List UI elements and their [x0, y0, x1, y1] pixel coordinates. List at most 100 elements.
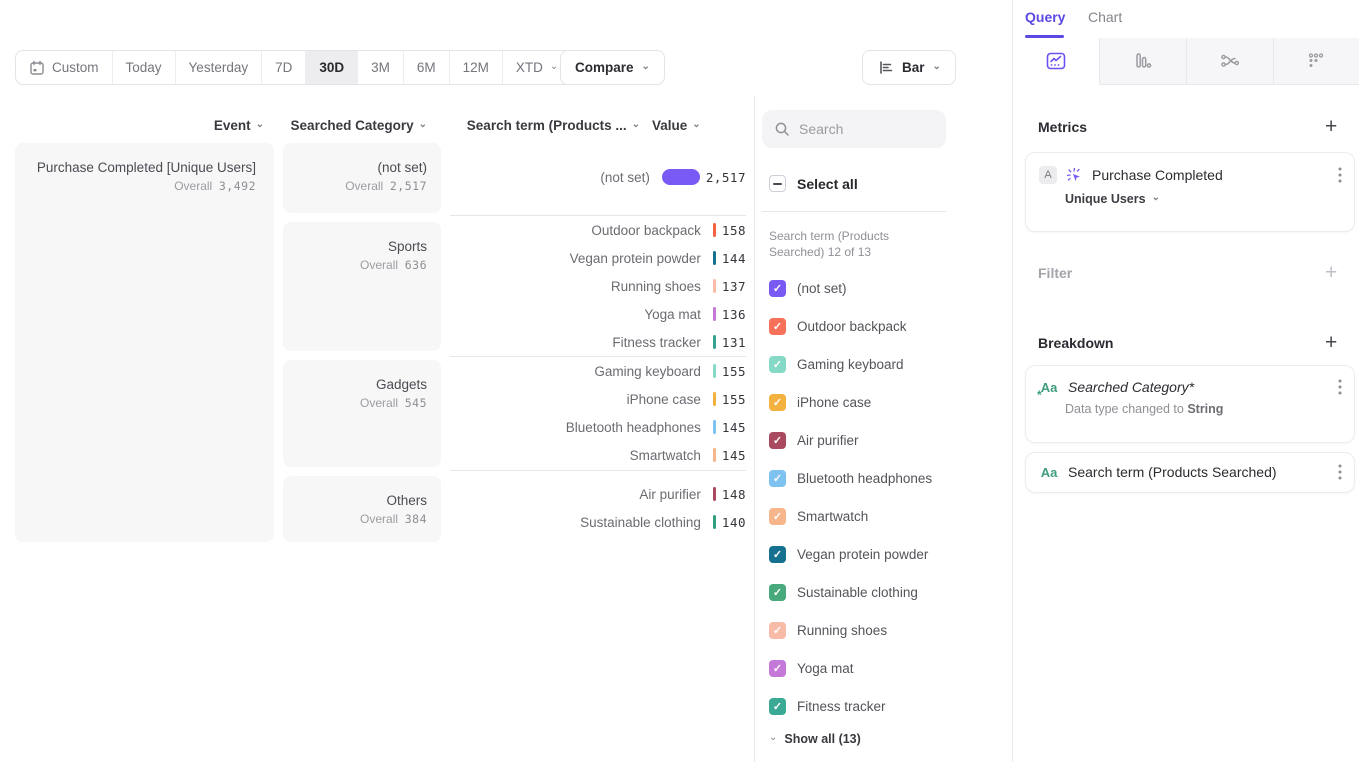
view-tab-insights[interactable]: [1013, 38, 1100, 85]
category-card[interactable]: SportsOverall 636: [283, 222, 441, 351]
tab-chart[interactable]: Chart: [1088, 9, 1122, 25]
value-bar: [713, 364, 716, 378]
search-term-row[interactable]: Gaming keyboard 155: [450, 357, 746, 385]
search-term-row[interactable]: Running shoes137: [450, 272, 746, 300]
date-range-7d[interactable]: 7D: [262, 51, 306, 84]
breakdown-card[interactable]: Aa* Searched Category* Data type changed…: [1025, 365, 1355, 443]
metric-aggregation-dropdown[interactable]: Unique Users ⌄: [1026, 184, 1354, 206]
search-icon: [774, 121, 790, 137]
date-range-today[interactable]: Today: [113, 51, 176, 84]
legend-item-label: Fitness tracker: [797, 699, 886, 714]
date-range-3m[interactable]: 3M: [358, 51, 404, 84]
panel-divider: [754, 96, 755, 762]
chevron-down-icon: ⌄: [550, 62, 558, 72]
column-header-4[interactable]: Value⌄: [652, 117, 726, 134]
search-input[interactable]: [799, 121, 919, 137]
date-range-30d[interactable]: 30D: [306, 51, 358, 84]
legend-item[interactable]: ✓Sustainable clothing: [769, 582, 918, 602]
calendar-icon: [29, 60, 45, 76]
legend-search-box[interactable]: [762, 110, 946, 148]
add-filter-button[interactable]: +: [1325, 262, 1337, 283]
search-term-row[interactable]: iPhone case155: [450, 385, 746, 413]
view-tab-bar-chart[interactable]: [1100, 38, 1187, 84]
legend-item-label: Outdoor backpack: [797, 319, 907, 334]
search-term-label: Gaming keyboard: [450, 364, 701, 379]
series-checkbox[interactable]: ✓: [769, 394, 786, 411]
series-checkbox[interactable]: ✓: [769, 584, 786, 601]
value-label: 148: [722, 487, 746, 502]
event-card[interactable]: Purchase Completed [Unique Users] Overal…: [15, 143, 274, 542]
column-header-1[interactable]: Event⌄: [15, 117, 264, 134]
column-header-3[interactable]: Search term (Products ...⌄: [444, 117, 640, 134]
date-range-6m[interactable]: 6M: [404, 51, 450, 84]
indeterminate-dash-icon: [773, 183, 782, 185]
search-term-row[interactable]: Sustainable clothing140: [450, 508, 746, 536]
view-tab-retention[interactable]: [1273, 38, 1359, 84]
breakdown-card[interactable]: Aa Search term (Products Searched): [1025, 452, 1355, 493]
series-checkbox[interactable]: ✓: [769, 280, 786, 297]
column-header-2[interactable]: Searched Category⌄: [283, 117, 427, 134]
kebab-menu-icon[interactable]: [1338, 167, 1342, 183]
search-term-row[interactable]: Bluetooth headphones145: [450, 413, 746, 441]
legend-item-label: iPhone case: [797, 395, 871, 410]
show-all-button[interactable]: ⌄ Show all (13): [769, 732, 861, 746]
series-checkbox[interactable]: ✓: [769, 698, 786, 715]
view-tab-flows[interactable]: [1186, 38, 1273, 84]
search-term-row[interactable]: Smartwatch145: [450, 441, 746, 469]
legend-item[interactable]: ✓Gaming keyboard: [769, 354, 904, 374]
search-term-row[interactable]: Fitness tracker131: [450, 328, 746, 356]
date-range-custom[interactable]: Custom: [16, 51, 113, 84]
add-breakdown-button[interactable]: +: [1325, 332, 1337, 353]
search-term-row[interactable]: Vegan protein powder144: [450, 244, 746, 272]
check-icon: ✓: [773, 586, 782, 599]
legend-item[interactable]: ✓Vegan protein powder: [769, 544, 928, 564]
category-card[interactable]: GadgetsOverall 545: [283, 360, 441, 467]
value-bar: [662, 169, 700, 185]
kebab-menu-icon[interactable]: [1338, 464, 1342, 480]
legend-item[interactable]: ✓Smartwatch: [769, 506, 868, 526]
date-range-12m[interactable]: 12M: [450, 51, 503, 84]
search-term-row[interactable]: Air purifier148: [450, 480, 746, 508]
value-label: 140: [722, 515, 746, 530]
value-label: 155: [722, 364, 746, 379]
series-checkbox[interactable]: ✓: [769, 660, 786, 677]
chevron-down-icon: ⌄: [256, 120, 264, 130]
legend-item[interactable]: ✓Air purifier: [769, 430, 859, 450]
chart-type-button[interactable]: Bar ⌄: [862, 50, 956, 85]
legend-item[interactable]: ✓Yoga mat: [769, 658, 854, 678]
series-checkbox[interactable]: ✓: [769, 318, 786, 335]
date-range-yesterday[interactable]: Yesterday: [176, 51, 263, 84]
value-bar: [713, 251, 716, 265]
select-all-checkbox[interactable]: [769, 175, 786, 192]
series-checkbox[interactable]: ✓: [769, 470, 786, 487]
legend-item[interactable]: ✓ Outdoor backpack: [769, 316, 907, 336]
legend-item[interactable]: ✓Bluetooth headphones: [769, 468, 932, 488]
string-property-icon: Aa*: [1039, 380, 1059, 395]
series-checkbox[interactable]: ✓: [769, 508, 786, 525]
search-term-row[interactable]: Outdoor backpack158: [450, 216, 746, 244]
category-card[interactable]: (not set)Overall 2,517: [283, 143, 441, 213]
search-term-row[interactable]: (not set)2,517: [450, 156, 746, 198]
tab-query[interactable]: Query: [1025, 9, 1065, 25]
kebab-menu-icon[interactable]: [1338, 379, 1342, 395]
legend-item-label: Running shoes: [797, 623, 887, 638]
legend-item-label: (not set): [797, 281, 847, 296]
search-term-label: (not set): [450, 170, 650, 185]
series-checkbox[interactable]: ✓: [769, 546, 786, 563]
series-checkbox[interactable]: ✓: [769, 622, 786, 639]
series-checkbox[interactable]: ✓: [769, 356, 786, 373]
compare-button[interactable]: Compare ⌄: [560, 50, 665, 85]
check-icon: ✓: [773, 396, 782, 409]
legend-item[interactable]: ✓ iPhone case: [769, 392, 871, 412]
legend-item[interactable]: ✓ (not set): [769, 278, 847, 298]
metric-card[interactable]: A Purchase Completed Unique Users ⌄: [1025, 152, 1355, 232]
metrics-heading: Metrics: [1038, 119, 1087, 137]
value-bar: [713, 307, 716, 321]
select-all-row[interactable]: Select all: [769, 175, 858, 192]
add-metric-button[interactable]: +: [1325, 116, 1337, 137]
search-term-row[interactable]: Yoga mat136: [450, 300, 746, 328]
legend-item[interactable]: ✓ Fitness tracker: [769, 696, 886, 716]
legend-item[interactable]: ✓ Running shoes: [769, 620, 887, 640]
series-checkbox[interactable]: ✓: [769, 432, 786, 449]
category-card[interactable]: OthersOverall 384: [283, 476, 441, 542]
